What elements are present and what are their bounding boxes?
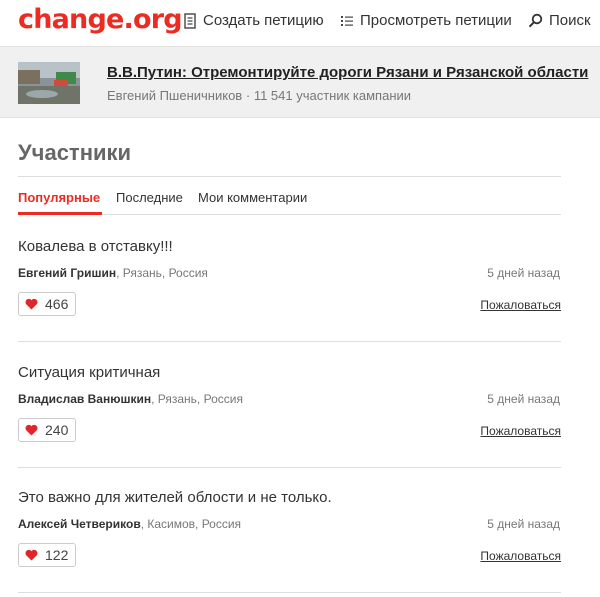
comment-time: 5 дней назад — [487, 392, 560, 406]
like-button[interactable]: 466 — [18, 292, 77, 316]
comment-item: Ситуация критичная Владислав Ванюшкин, Р… — [0, 364, 600, 489]
nav-browse-label: Просмотреть петиции — [360, 12, 512, 29]
nav-create-petition[interactable]: Создать петицию — [183, 12, 324, 29]
comment-meta: Евгений Гришин, Рязань, Россия — [18, 266, 208, 280]
comment-divider — [18, 467, 561, 468]
comment-text: Ситуация критичная — [18, 364, 161, 381]
comment-item: Это важно для жителей облости и не тольк… — [0, 489, 600, 597]
heart-icon — [25, 424, 38, 436]
divider — [18, 176, 561, 177]
nav-browse-petitions[interactable]: Просмотреть петиции — [340, 12, 512, 29]
report-link[interactable]: Пожаловаться — [480, 424, 561, 438]
petition-author: Евгений Пшеничников — [107, 88, 243, 103]
report-link[interactable]: Пожаловаться — [480, 298, 561, 312]
meta-separator: · — [245, 88, 251, 103]
page-title: Участники — [18, 140, 132, 165]
comment-author[interactable]: Евгений Гришин — [18, 266, 116, 280]
petition-meta: Евгений Пшеничников · 11 541 участник ка… — [107, 88, 411, 103]
active-tab-indicator — [18, 212, 102, 215]
petition-banner: В.В.Путин: Отремонтируйте дороги Рязани … — [0, 46, 600, 118]
top-header: change.org Создать петицию Просмотреть п… — [0, 0, 600, 46]
comment-divider — [18, 592, 561, 593]
tab-recent[interactable]: Последние — [116, 190, 183, 205]
comment-location: , Рязань, Россия — [116, 266, 208, 280]
comment-meta: Алексей Четвериков, Касимов, Россия — [18, 517, 241, 531]
comment-item: Ковалева в отставку!!! Евгений Гришин, Р… — [0, 238, 600, 363]
tab-popular[interactable]: Популярные — [18, 190, 100, 205]
petition-title-link[interactable]: В.В.Путин: Отремонтируйте дороги Рязани … — [107, 64, 588, 81]
like-count: 122 — [45, 547, 69, 563]
comment-text: Это важно для жителей облости и не тольк… — [18, 489, 332, 506]
supporter-count: 11 541 участник кампании — [253, 88, 412, 103]
comment-author[interactable]: Владислав Ванюшкин — [18, 392, 151, 406]
list-icon — [341, 15, 353, 26]
nav-create-label: Создать петицию — [203, 12, 324, 29]
comment-text: Ковалева в отставку!!! — [18, 238, 173, 255]
comment-location: , Касимов, Россия — [140, 517, 242, 531]
comment-meta: Владислав Ванюшкин, Рязань, Россия — [18, 392, 243, 406]
comment-location: , Рязань, Россия — [151, 392, 243, 406]
like-button[interactable]: 122 — [18, 543, 77, 567]
nav-search[interactable]: Поиск — [528, 12, 591, 29]
comment-time: 5 дней назад — [487, 517, 560, 531]
comment-divider — [18, 341, 561, 342]
report-link[interactable]: Пожаловаться — [480, 549, 561, 563]
comment-author[interactable]: Алексей Четвериков — [18, 517, 141, 531]
search-icon — [528, 13, 543, 28]
nav-search-label: Поиск — [549, 12, 591, 29]
petition-doc-icon — [184, 12, 196, 29]
like-button[interactable]: 240 — [18, 418, 77, 442]
change-org-logo[interactable]: change.org — [18, 4, 183, 35]
petition-thumbnail[interactable] — [18, 62, 80, 104]
tab-my-comments[interactable]: Мои комментарии — [198, 190, 307, 205]
heart-icon — [25, 298, 38, 310]
like-count: 466 — [45, 296, 69, 312]
comment-time: 5 дней назад — [487, 266, 560, 280]
like-count: 240 — [45, 422, 69, 438]
heart-icon — [25, 549, 38, 561]
